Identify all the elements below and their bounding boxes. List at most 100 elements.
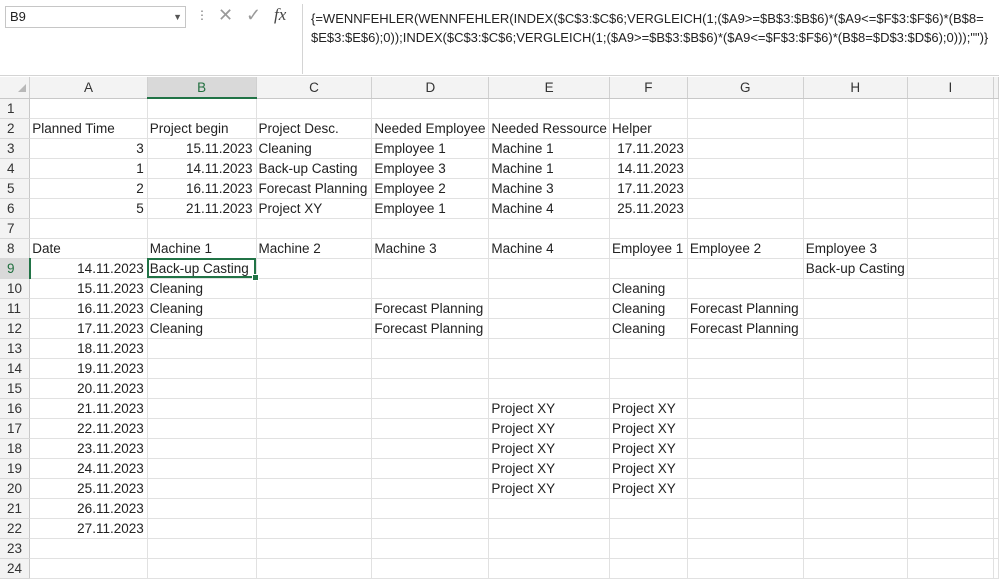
fill-handle[interactable]: [251, 273, 259, 281]
row-header-16[interactable]: 16: [0, 398, 31, 419]
cell-b13[interactable]: [147, 338, 257, 359]
cell-h5[interactable]: [803, 178, 908, 199]
cell-f13[interactable]: [609, 338, 688, 359]
cell-f6[interactable]: 25.11.2023: [609, 198, 688, 219]
cell-c8[interactable]: Machine 2: [256, 238, 373, 259]
row-header-23[interactable]: 23: [0, 538, 31, 559]
cell-b6[interactable]: 21.11.2023: [147, 198, 257, 219]
cell-g7[interactable]: [687, 218, 804, 239]
cell-e12[interactable]: [488, 318, 610, 339]
cell-a16[interactable]: 21.11.2023: [29, 398, 148, 419]
cell-h15[interactable]: [803, 378, 908, 399]
cell-g10[interactable]: [687, 278, 804, 299]
cell-d14[interactable]: [371, 358, 490, 379]
cell-g2[interactable]: [687, 118, 804, 139]
cell-c18[interactable]: [256, 438, 373, 459]
cell-g11[interactable]: Forecast Planning: [687, 298, 804, 319]
cell-b5[interactable]: 16.11.2023: [147, 178, 257, 199]
row-header-5[interactable]: 5: [0, 178, 31, 199]
cell-e14[interactable]: [488, 358, 610, 379]
cell-i8[interactable]: [907, 238, 995, 259]
cell-b23[interactable]: [147, 538, 257, 559]
cell-a14[interactable]: 19.11.2023: [29, 358, 148, 379]
cell-h19[interactable]: [803, 458, 908, 479]
cell-h9[interactable]: Back-up Casting: [803, 258, 908, 279]
cell-f21[interactable]: [609, 498, 688, 519]
cell-i9[interactable]: [907, 258, 995, 279]
cell-g6[interactable]: [687, 198, 804, 219]
cell-h20[interactable]: [803, 478, 908, 499]
cell-c16[interactable]: [256, 398, 373, 419]
cell-i19[interactable]: [907, 458, 995, 479]
cell-e19[interactable]: Project XY: [488, 458, 610, 479]
cell-f3[interactable]: 17.11.2023: [609, 138, 688, 159]
cell-g20[interactable]: [687, 478, 804, 499]
column-header-h[interactable]: H: [803, 77, 908, 99]
row-header-10[interactable]: 10: [0, 278, 31, 299]
cell-f5[interactable]: 17.11.2023: [609, 178, 688, 199]
cell-a7[interactable]: [29, 218, 148, 239]
cell-f8[interactable]: Employee 1: [609, 238, 688, 259]
cell-b17[interactable]: [147, 418, 257, 439]
cell-a18[interactable]: 23.11.2023: [29, 438, 148, 459]
cell-b1[interactable]: [147, 98, 257, 119]
row-header-13[interactable]: 13: [0, 338, 31, 359]
cell-i12[interactable]: [907, 318, 995, 339]
cell-b4[interactable]: 14.11.2023: [147, 158, 257, 179]
cell-e2[interactable]: Needed Ressource: [488, 118, 610, 139]
cell-h11[interactable]: [803, 298, 908, 319]
cell-b12[interactable]: Cleaning: [147, 318, 257, 339]
cell-e3[interactable]: Machine 1: [488, 138, 610, 159]
cell-i2[interactable]: [907, 118, 995, 139]
check-icon[interactable]: ✓: [246, 5, 261, 26]
cell-b18[interactable]: [147, 438, 257, 459]
cell-a15[interactable]: 20.11.2023: [29, 378, 148, 399]
cell-f14[interactable]: [609, 358, 688, 379]
cell-e5[interactable]: Machine 3: [488, 178, 610, 199]
cell-f10[interactable]: Cleaning: [609, 278, 688, 299]
column-header-c[interactable]: C: [256, 77, 373, 99]
cell-f18[interactable]: Project XY: [609, 438, 688, 459]
row-header-4[interactable]: 4: [0, 158, 31, 179]
cell-d3[interactable]: Employee 1: [371, 138, 490, 159]
row-header-21[interactable]: 21: [0, 498, 31, 519]
cell-e4[interactable]: Machine 1: [488, 158, 610, 179]
cell-h1[interactable]: [803, 98, 908, 119]
cell-i4[interactable]: [907, 158, 995, 179]
cell-i15[interactable]: [907, 378, 995, 399]
cell-d12[interactable]: Forecast Planning: [371, 318, 490, 339]
cell-i1[interactable]: [907, 98, 995, 119]
cell-b24[interactable]: [147, 558, 257, 579]
cell-c2[interactable]: Project Desc.: [256, 118, 373, 139]
cell-a20[interactable]: 25.11.2023: [29, 478, 148, 499]
cell-c20[interactable]: [256, 478, 373, 499]
row-header-9[interactable]: 9: [0, 258, 31, 279]
cell-f20[interactable]: Project XY: [609, 478, 688, 499]
cell-i22[interactable]: [907, 518, 995, 539]
cell-d1[interactable]: [371, 98, 490, 119]
cell-b20[interactable]: [147, 478, 257, 499]
cell-e20[interactable]: Project XY: [488, 478, 610, 499]
column-header-d[interactable]: D: [371, 77, 490, 99]
cell-c19[interactable]: [256, 458, 373, 479]
cell-g13[interactable]: [687, 338, 804, 359]
cell-a5[interactable]: 2: [29, 178, 148, 199]
cell-d21[interactable]: [371, 498, 490, 519]
cell-h17[interactable]: [803, 418, 908, 439]
cell-f22[interactable]: [609, 518, 688, 539]
cell-h4[interactable]: [803, 158, 908, 179]
cell-e17[interactable]: Project XY: [488, 418, 610, 439]
cell-d8[interactable]: Machine 3: [371, 238, 490, 259]
row-header-6[interactable]: 6: [0, 198, 31, 219]
cell-e23[interactable]: [488, 538, 610, 559]
cell-c6[interactable]: Project XY: [256, 198, 373, 219]
cell-b11[interactable]: Cleaning: [147, 298, 257, 319]
cell-b10[interactable]: Cleaning: [147, 278, 257, 299]
cell-h8[interactable]: Employee 3: [803, 238, 908, 259]
cell-g12[interactable]: Forecast Planning: [687, 318, 804, 339]
cell-i23[interactable]: [907, 538, 995, 559]
cell-b15[interactable]: [147, 378, 257, 399]
cell-i7[interactable]: [907, 218, 995, 239]
row-header-11[interactable]: 11: [0, 298, 31, 319]
cell-d20[interactable]: [371, 478, 490, 499]
